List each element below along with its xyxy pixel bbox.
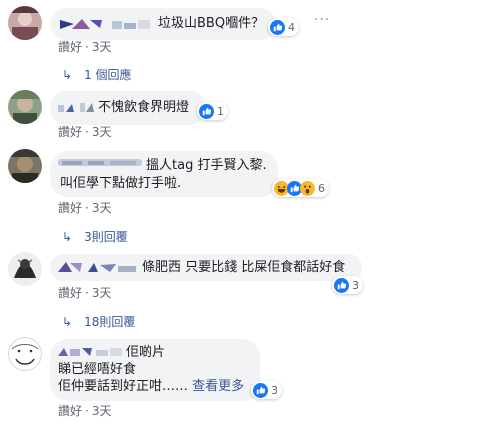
- reply-arrow-icon: ↳: [62, 315, 73, 329]
- avatar[interactable]: [8, 252, 42, 286]
- like-icon: [270, 19, 285, 35]
- like-link[interactable]: 讚好: [58, 201, 82, 215]
- timestamp[interactable]: 3天: [92, 40, 112, 54]
- reaction-summary[interactable]: 4: [268, 18, 299, 36]
- like-icon: [253, 382, 268, 398]
- reaction-summary[interactable]: 1: [197, 102, 228, 120]
- reaction-summary[interactable]: 3: [251, 381, 282, 399]
- author-name-blurred[interactable]: [58, 101, 96, 113]
- like-icon: [334, 277, 349, 293]
- see-more-link[interactable]: 查看更多: [192, 379, 244, 394]
- avatar[interactable]: [8, 337, 42, 371]
- comment-meta: 讚好 · 3天: [58, 125, 112, 139]
- comment-text-line: 佢啲片: [126, 345, 166, 360]
- avatar[interactable]: [8, 149, 42, 183]
- comment-text-line: 睇已經唔好食: [58, 362, 137, 377]
- avatar[interactable]: [8, 6, 42, 40]
- comment-text: 不愧飲食界明燈: [98, 100, 190, 115]
- comment-meta: 讚好 · 3天: [58, 40, 112, 54]
- reaction-count: 1: [217, 104, 224, 118]
- author-name-blurred[interactable]: [60, 18, 152, 30]
- author-name-blurred[interactable]: [58, 157, 142, 169]
- like-link[interactable]: 讚好: [58, 125, 82, 139]
- view-replies-link[interactable]: ↳ 3則回覆: [62, 229, 128, 245]
- reaction-count: 4: [288, 20, 295, 34]
- reaction-summary[interactable]: 3: [332, 276, 363, 294]
- comment-text-line: 叫佢學下點做打手啦.: [60, 176, 182, 191]
- like-link[interactable]: 讚好: [58, 404, 82, 418]
- reaction-count: 3: [352, 278, 359, 292]
- view-replies-link[interactable]: ↳ 18則回覆: [62, 314, 135, 330]
- comment-meta: 讚好 · 3天: [58, 201, 112, 215]
- comment-text: 條肥西 只要比錢 比屎佢食都話好食: [142, 260, 346, 275]
- wow-icon: [300, 180, 315, 196]
- comment-text-line: 搵人tag 打手賢入黎.: [146, 158, 267, 173]
- reaction-summary[interactable]: 6: [272, 179, 329, 197]
- timestamp[interactable]: 3天: [92, 201, 112, 215]
- reply-arrow-icon: ↳: [62, 230, 73, 244]
- timestamp[interactable]: 3天: [92, 286, 112, 300]
- comment-bubble: 佢啲片 睇已經唔好食 佢仲要話到好正咁…… 查看更多: [50, 339, 260, 401]
- timestamp[interactable]: 3天: [92, 125, 112, 139]
- comment-text: 垃圾山BBQ嗰件？: [158, 16, 265, 31]
- comment-bubble: 條肥西 只要比錢 比屎佢食都話好食: [50, 254, 362, 281]
- comment-meta: 讚好 · 3天: [58, 404, 112, 418]
- comment-bubble: 搵人tag 打手賢入黎. 叫佢學下點做打手啦.: [50, 151, 278, 197]
- comment-meta: 讚好 · 3天: [58, 286, 112, 300]
- reply-arrow-icon: ↳: [62, 68, 73, 82]
- comment-bubble: 不愧飲食界明燈: [50, 91, 206, 125]
- reaction-count: 6: [318, 181, 325, 195]
- comment-bubble: 垃圾山BBQ嗰件？: [50, 8, 276, 40]
- more-options-button[interactable]: ···: [314, 12, 330, 28]
- author-name-blurred[interactable]: [58, 261, 138, 273]
- like-icon: [199, 103, 214, 119]
- like-link[interactable]: 讚好: [58, 286, 82, 300]
- like-link[interactable]: 讚好: [58, 40, 82, 54]
- comment-text-line: 佢仲要話到好正咁…… 查看更多: [58, 379, 245, 394]
- avatar[interactable]: [8, 90, 42, 124]
- reaction-count: 3: [271, 383, 278, 397]
- view-replies-link[interactable]: ↳ 1 個回應: [62, 67, 132, 83]
- author-name-blurred[interactable]: [58, 345, 124, 357]
- timestamp[interactable]: 3天: [92, 404, 112, 418]
